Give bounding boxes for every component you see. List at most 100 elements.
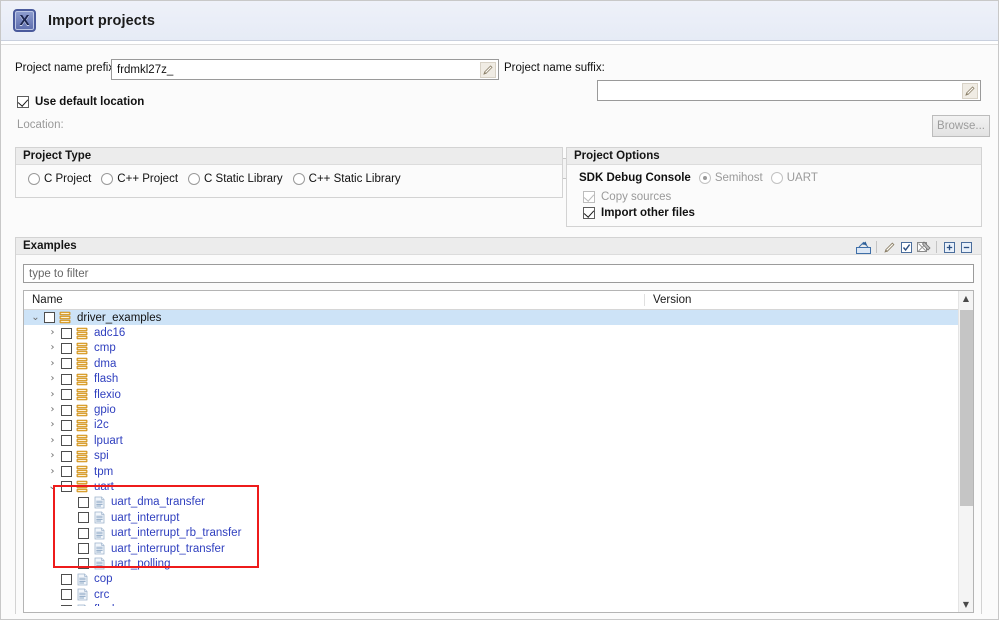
- tree-row-checkbox[interactable]: [44, 312, 55, 324]
- scroll-up-arrow-icon[interactable]: ▲: [959, 291, 973, 306]
- tree-row-checkbox[interactable]: [61, 404, 72, 416]
- uncheck-all-icon[interactable]: [915, 240, 932, 255]
- chevron-right-icon[interactable]: ›: [47, 343, 58, 353]
- radio-c-static-library-control[interactable]: [188, 173, 201, 185]
- scroll-down-arrow-icon[interactable]: ▼: [959, 597, 973, 612]
- radio-cpp-static-library-control[interactable]: [292, 173, 305, 185]
- radio-semihost[interactable]: Semihost: [698, 172, 763, 184]
- stack-icon: [72, 327, 89, 340]
- radio-c-static-library-label: C Static Library: [204, 173, 283, 185]
- radio-c-project[interactable]: C Project: [28, 173, 91, 185]
- tree-row[interactable]: flash: [24, 602, 973, 606]
- tree-row[interactable]: › adc16: [24, 325, 973, 340]
- tree-row-checkbox[interactable]: [61, 342, 72, 354]
- chevron-right-icon[interactable]: ›: [47, 420, 58, 430]
- use-default-location-row[interactable]: Use default location: [17, 96, 144, 108]
- stack-icon: [72, 404, 89, 417]
- tree-row-checkbox[interactable]: [61, 573, 72, 585]
- import-icon[interactable]: [855, 240, 872, 255]
- tree-row[interactable]: uart_polling: [24, 556, 973, 571]
- chevron-right-icon[interactable]: ›: [47, 374, 58, 384]
- tree-row-checkbox[interactable]: [61, 481, 72, 493]
- scrollbar-thumb[interactable]: [960, 310, 973, 506]
- radio-c-project-control[interactable]: [28, 173, 40, 185]
- prefix-edit-pencil-icon[interactable]: [480, 62, 496, 78]
- tree-row-label: tpm: [94, 465, 114, 478]
- tree-row[interactable]: uart_interrupt_rb_transfer: [24, 525, 973, 540]
- tree-row-label: crc: [94, 588, 110, 601]
- tree-row[interactable]: uart_interrupt_transfer: [24, 541, 973, 556]
- expand-all-icon[interactable]: [941, 240, 958, 255]
- column-header-name[interactable]: Name: [24, 294, 644, 306]
- tree-row-checkbox[interactable]: [61, 435, 72, 447]
- tree-row-checkbox[interactable]: [61, 589, 72, 601]
- tree-row-checkbox[interactable]: [61, 373, 72, 385]
- radio-semihost-control[interactable]: [698, 172, 711, 184]
- tree-row[interactable]: › cmp: [24, 341, 973, 356]
- tree-row-checkbox[interactable]: [78, 543, 89, 555]
- radio-cpp-project-control[interactable]: [101, 173, 114, 185]
- tree-row-checkbox[interactable]: [78, 512, 89, 524]
- tree-row[interactable]: cop: [24, 572, 973, 587]
- tree-vertical-scrollbar[interactable]: ▲ ▼: [958, 291, 973, 612]
- use-default-location-label: Use default location: [35, 96, 145, 108]
- project-type-group: Project Type C Project C++ Project C Sta…: [15, 147, 563, 198]
- tree-row[interactable]: › spi: [24, 449, 973, 464]
- tree-row[interactable]: crc: [24, 587, 973, 602]
- radio-uart[interactable]: UART: [770, 172, 818, 184]
- stack-icon: [72, 465, 89, 478]
- check-all-icon[interactable]: [898, 240, 915, 255]
- tree-row-checkbox[interactable]: [78, 527, 89, 539]
- collapse-all-icon[interactable]: [958, 240, 975, 255]
- project-name-prefix-input[interactable]: frdmkl27z_: [111, 59, 499, 80]
- chevron-down-icon[interactable]: ⌄: [47, 481, 58, 492]
- use-default-location-checkbox[interactable]: [17, 96, 29, 108]
- copy-sources-checkbox[interactable]: [583, 191, 595, 203]
- examples-tree[interactable]: Name Version ⌄ driver_examples › adc16 › cmp ›…: [23, 290, 974, 613]
- tree-row-checkbox[interactable]: [61, 604, 72, 606]
- tree-row-checkbox[interactable]: [61, 419, 72, 431]
- column-header-version[interactable]: Version: [644, 294, 973, 306]
- suffix-edit-pencil-icon[interactable]: [962, 83, 978, 99]
- chevron-right-icon[interactable]: ›: [47, 451, 58, 461]
- tree-row-checkbox[interactable]: [61, 389, 72, 401]
- dialog-body: Project name prefix: frdmkl27z_ Project …: [1, 46, 998, 619]
- radio-c-static-library[interactable]: C Static Library: [188, 173, 283, 185]
- import-other-files-row[interactable]: Import other files: [583, 207, 695, 219]
- tree-row-checkbox[interactable]: [61, 358, 72, 370]
- chevron-right-icon[interactable]: ›: [47, 389, 58, 400]
- import-other-files-checkbox[interactable]: [583, 207, 595, 219]
- tree-row[interactable]: ⌄ driver_examples: [24, 310, 973, 326]
- tree-row[interactable]: › flexio: [24, 387, 973, 402]
- copy-sources-row[interactable]: Copy sources: [583, 191, 671, 203]
- tree-row[interactable]: ⌄ uart: [24, 479, 973, 494]
- tree-row-checkbox[interactable]: [78, 558, 89, 570]
- tree-row-checkbox[interactable]: [61, 327, 72, 339]
- project-name-suffix-input[interactable]: [597, 80, 981, 101]
- tree-row[interactable]: › tpm: [24, 464, 973, 479]
- tree-row[interactable]: › dma: [24, 356, 973, 371]
- radio-cpp-project[interactable]: C++ Project: [101, 173, 178, 185]
- tree-row-checkbox[interactable]: [61, 466, 72, 478]
- clear-pencil-icon[interactable]: [881, 240, 898, 255]
- tree-row-checkbox[interactable]: [61, 450, 72, 462]
- tree-row[interactable]: › i2c: [24, 418, 973, 433]
- chevron-right-icon[interactable]: ›: [47, 435, 58, 446]
- tree-rows-container[interactable]: ⌄ driver_examples › adc16 › cmp › dma › flash › fle…: [24, 310, 973, 606]
- radio-cpp-static-library[interactable]: C++ Static Library: [292, 173, 401, 185]
- filter-input[interactable]: type to filter: [23, 264, 974, 283]
- radio-uart-control[interactable]: [770, 172, 783, 184]
- tree-row[interactable]: uart_interrupt: [24, 510, 973, 525]
- browse-button[interactable]: Browse...: [932, 115, 990, 137]
- tree-row-checkbox[interactable]: [78, 496, 89, 508]
- tree-row[interactable]: › flash: [24, 372, 973, 387]
- tree-row[interactable]: › lpuart: [24, 433, 973, 448]
- tree-row-label: uart_interrupt_transfer: [111, 542, 225, 555]
- chevron-right-icon[interactable]: ›: [47, 466, 58, 477]
- chevron-right-icon[interactable]: ›: [47, 328, 58, 338]
- tree-row[interactable]: uart_dma_transfer: [24, 495, 973, 510]
- tree-row[interactable]: › gpio: [24, 402, 973, 417]
- chevron-down-icon[interactable]: ⌄: [30, 312, 41, 323]
- chevron-right-icon[interactable]: ›: [47, 405, 58, 415]
- chevron-right-icon[interactable]: ›: [47, 358, 58, 369]
